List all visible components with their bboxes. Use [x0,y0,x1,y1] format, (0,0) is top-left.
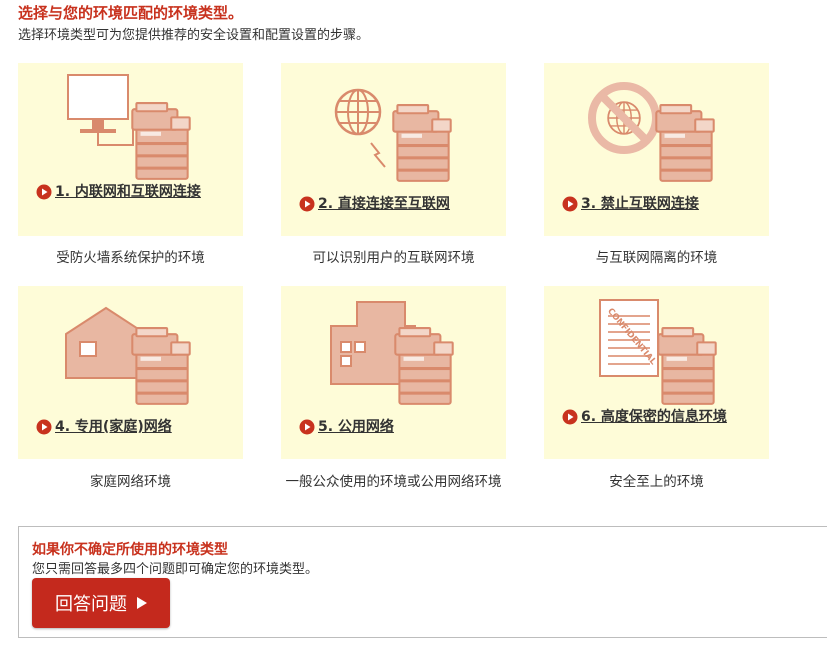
env-desc-public-network: 一般公众使用的环境或公用网络环境 [285,474,502,490]
env-card-intranet[interactable]: 1. 内联网和互联网连接 [18,63,243,236]
env-desc-no-internet: 与互联网隔离的环境 [595,250,718,266]
arrow-bullet-icon [299,419,315,435]
env-desc-home-network: 家庭网络环境 [90,474,171,490]
env-link-confidential[interactable]: 6. 高度保密的信息环境 [562,407,749,427]
env-link-public-network[interactable]: 5. 公用网络 [299,417,486,437]
env-card-public-network[interactable]: 5. 公用网络 [281,286,506,459]
page-title: 选择与您的环境匹配的环境类型。 [18,4,244,22]
answer-questions-button[interactable]: 回答问题 [32,578,170,628]
env-card-direct-internet[interactable]: 2. 直接连接至互联网 [281,63,506,236]
env-card-confidential[interactable]: CONFIDENTIAL 6. 高度保密的信息环境 [544,286,769,459]
unsure-panel: 如果你不确定所使用的环境类型 您只需回答最多四个问题即可确定您的环境类型。 回答… [18,526,827,638]
env-desc-direct-internet: 可以识别用户的互联网环境 [312,250,475,266]
env-desc-intranet: 受防火墙系统保护的环境 [56,250,205,266]
arrow-bullet-icon [36,419,52,435]
play-arrow-icon [137,597,147,609]
arrow-bullet-icon [562,409,578,425]
env-card-home-network[interactable]: 4. 专用(家庭)网络 [18,286,243,459]
env-link-no-internet[interactable]: 3. 禁止互联网连接 [562,194,749,214]
confidential-printer-icon: CONFIDENTIAL [599,299,717,405]
unsure-subtitle: 您只需回答最多四个问题即可确定您的环境类型。 [32,562,319,577]
arrow-bullet-icon [562,196,578,212]
arrow-bullet-icon [299,196,315,212]
page-subtitle: 选择环境类型可为您提供推荐的安全设置和配置设置的步骤。 [18,28,370,43]
answer-button-label: 回答问题 [55,594,127,614]
env-link-home-network[interactable]: 4. 专用(家庭)网络 [36,417,223,437]
env-desc-confidential: 安全至上的环境 [609,474,704,490]
env-link-direct-internet[interactable]: 2. 直接连接至互联网 [299,194,486,214]
env-card-no-internet[interactable]: 3. 禁止互联网连接 [544,63,769,236]
env-link-intranet[interactable]: 1. 内联网和互联网连接 [36,182,223,202]
arrow-bullet-icon [36,184,52,200]
unsure-title: 如果你不确定所使用的环境类型 [32,542,228,558]
monitor-printer-icon [67,74,191,180]
